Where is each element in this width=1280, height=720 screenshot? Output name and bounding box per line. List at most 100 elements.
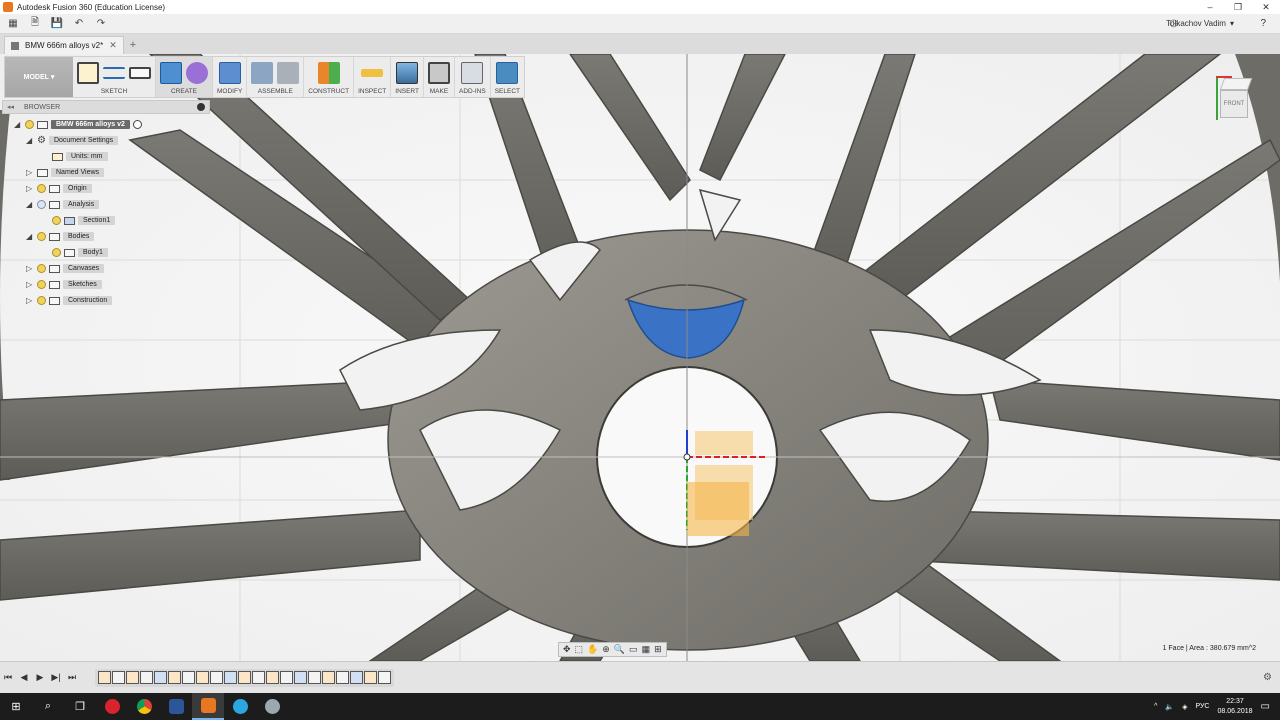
timeline-feature[interactable] bbox=[224, 671, 237, 684]
press-pull-icon[interactable] bbox=[218, 62, 241, 84]
collapse-arrows-icon[interactable]: ◂◂ bbox=[7, 103, 14, 111]
viewports-icon[interactable]: ⊞ bbox=[654, 644, 662, 655]
bulb-icon[interactable] bbox=[37, 296, 46, 305]
timeline-feature[interactable] bbox=[182, 671, 195, 684]
timeline-feature[interactable] bbox=[238, 671, 251, 684]
timeline-feature[interactable] bbox=[364, 671, 377, 684]
view-cube[interactable]: FRONT bbox=[1214, 72, 1253, 126]
activate-target-icon[interactable] bbox=[132, 120, 142, 129]
timeline-feature[interactable] bbox=[112, 671, 125, 684]
tab-close-icon[interactable]: ✕ bbox=[109, 40, 117, 51]
timeline-settings-icon[interactable]: ⚙ bbox=[1263, 672, 1272, 683]
form-icon[interactable] bbox=[186, 62, 208, 84]
tree-item-analysis[interactable]: ◢ Analysis bbox=[26, 198, 100, 211]
browser-pin-icon[interactable] bbox=[197, 103, 205, 111]
tree-item-section1[interactable]: Section1 bbox=[52, 214, 116, 227]
timeline-feature[interactable] bbox=[350, 671, 363, 684]
sketch-group[interactable]: SKETCH bbox=[73, 57, 156, 97]
undo-icon[interactable]: ↶ bbox=[70, 16, 88, 32]
measure-icon[interactable] bbox=[361, 69, 384, 77]
clock[interactable]: 22:37 08.06.2018 bbox=[1218, 697, 1253, 717]
grid-menu-icon[interactable]: ▦ bbox=[4, 16, 22, 32]
task-view-icon[interactable]: ❐ bbox=[64, 693, 96, 720]
insert-group[interactable]: INSERT bbox=[391, 57, 424, 97]
bulb-icon[interactable] bbox=[52, 216, 61, 225]
workspace-switcher[interactable]: MODEL ▾ bbox=[5, 57, 73, 97]
go-to-start-icon[interactable]: ⏮ bbox=[0, 672, 16, 683]
timeline-feature[interactable] bbox=[266, 671, 279, 684]
plus-icon[interactable]: + bbox=[130, 39, 136, 51]
tree-item-sketches[interactable]: ▷ Sketches bbox=[26, 278, 102, 291]
timeline-feature[interactable] bbox=[322, 671, 335, 684]
offset-plane-icon[interactable] bbox=[317, 62, 340, 84]
add-ins-group[interactable]: ADD-INS bbox=[455, 57, 491, 97]
expand-triangle-icon[interactable]: ▷ bbox=[26, 184, 34, 193]
opera-icon[interactable] bbox=[96, 693, 128, 720]
display-settings-icon[interactable]: ▭ bbox=[629, 644, 638, 655]
expand-triangle-icon[interactable]: ▷ bbox=[26, 296, 34, 305]
search-icon[interactable]: ⌕ bbox=[32, 693, 64, 720]
expand-triangle-icon[interactable]: ◢ bbox=[26, 200, 34, 209]
view-cube-top[interactable] bbox=[1219, 78, 1253, 90]
step-forward-icon[interactable]: ▶| bbox=[48, 672, 64, 683]
create-sketch-icon[interactable] bbox=[77, 62, 99, 84]
tree-root[interactable]: ◢ BMW 666m alloys v2 bbox=[14, 118, 142, 131]
expand-triangle-icon[interactable]: ◢ bbox=[26, 136, 34, 145]
timeline-feature[interactable] bbox=[126, 671, 139, 684]
timeline-feature[interactable] bbox=[336, 671, 349, 684]
timeline-feature[interactable] bbox=[210, 671, 223, 684]
fusion-icon[interactable] bbox=[192, 693, 224, 720]
new-component-icon[interactable] bbox=[251, 62, 274, 84]
notifications-icon[interactable]: ▭ bbox=[1261, 701, 1270, 712]
browser-header[interactable]: ◂◂ BROWSER bbox=[2, 100, 210, 114]
telegram-icon[interactable] bbox=[224, 693, 256, 720]
origin-point[interactable] bbox=[683, 453, 691, 461]
tree-item-construction[interactable]: ▷ Construction bbox=[26, 294, 113, 307]
timeline-feature[interactable] bbox=[308, 671, 321, 684]
tree-item-named-views[interactable]: ▷ Named Views bbox=[26, 166, 105, 179]
tree-item-canvases[interactable]: ▷ Canvases bbox=[26, 262, 105, 275]
zoom-window-icon[interactable]: 🔍 bbox=[614, 644, 625, 655]
orbit-icon[interactable]: ✥ bbox=[563, 644, 571, 655]
tree-item-body1[interactable]: Body1 bbox=[52, 246, 108, 259]
chrome-icon[interactable] bbox=[128, 693, 160, 720]
bulb-icon[interactable] bbox=[37, 280, 46, 289]
expand-triangle-icon[interactable]: ◢ bbox=[14, 120, 22, 129]
expand-triangle-icon[interactable]: ▷ bbox=[26, 168, 34, 177]
insert-image-icon[interactable] bbox=[396, 62, 419, 84]
close-icon[interactable]: ✕ bbox=[1252, 0, 1280, 14]
expand-triangle-icon[interactable]: ◢ bbox=[26, 232, 34, 241]
tree-item-bodies[interactable]: ◢ Bodies bbox=[26, 230, 95, 243]
tree-item-units[interactable]: Units: mm bbox=[52, 150, 108, 163]
bulb-icon[interactable] bbox=[52, 248, 61, 257]
bulb-icon[interactable] bbox=[37, 200, 46, 209]
view-cube-front[interactable]: FRONT bbox=[1220, 90, 1248, 118]
scripts-icon[interactable] bbox=[461, 62, 484, 84]
bulb-icon[interactable] bbox=[25, 120, 34, 129]
assemble-group[interactable]: ASSEMBLE bbox=[247, 57, 305, 97]
select-cursor-icon[interactable] bbox=[496, 62, 519, 84]
network-icon[interactable]: ◈ bbox=[1182, 703, 1187, 711]
timeline-feature[interactable] bbox=[168, 671, 181, 684]
extrude-icon[interactable] bbox=[160, 62, 182, 84]
step-back-icon[interactable]: ◀ bbox=[16, 672, 32, 683]
3d-viewport[interactable] bbox=[0, 54, 1280, 661]
select-group[interactable]: SELECT bbox=[491, 57, 524, 97]
play-icon[interactable]: ▶ bbox=[32, 672, 48, 683]
expand-triangle-icon[interactable]: ▷ bbox=[26, 264, 34, 273]
construct-group[interactable]: CONSTRUCT bbox=[304, 57, 355, 97]
windows-start-icon[interactable]: ⊞ bbox=[0, 693, 32, 720]
rectangle-tool-icon[interactable] bbox=[129, 67, 151, 79]
grid-settings-icon[interactable]: ▦ bbox=[642, 644, 651, 655]
bulb-icon[interactable] bbox=[37, 264, 46, 273]
user-menu[interactable]: Tolkachov Vadim ▾ bbox=[1166, 19, 1234, 28]
3d-print-icon[interactable] bbox=[427, 62, 450, 84]
timeline-feature[interactable] bbox=[196, 671, 209, 684]
pan-icon[interactable]: ✋ bbox=[587, 644, 598, 655]
tray-chevron-icon[interactable]: ^ bbox=[1154, 703, 1157, 710]
make-group[interactable]: MAKE bbox=[424, 57, 455, 97]
inspect-group[interactable]: INSPECT bbox=[354, 57, 392, 97]
timeline-feature[interactable] bbox=[252, 671, 265, 684]
timeline-feature[interactable] bbox=[140, 671, 153, 684]
zoom-icon[interactable]: ⊕ bbox=[602, 644, 610, 655]
